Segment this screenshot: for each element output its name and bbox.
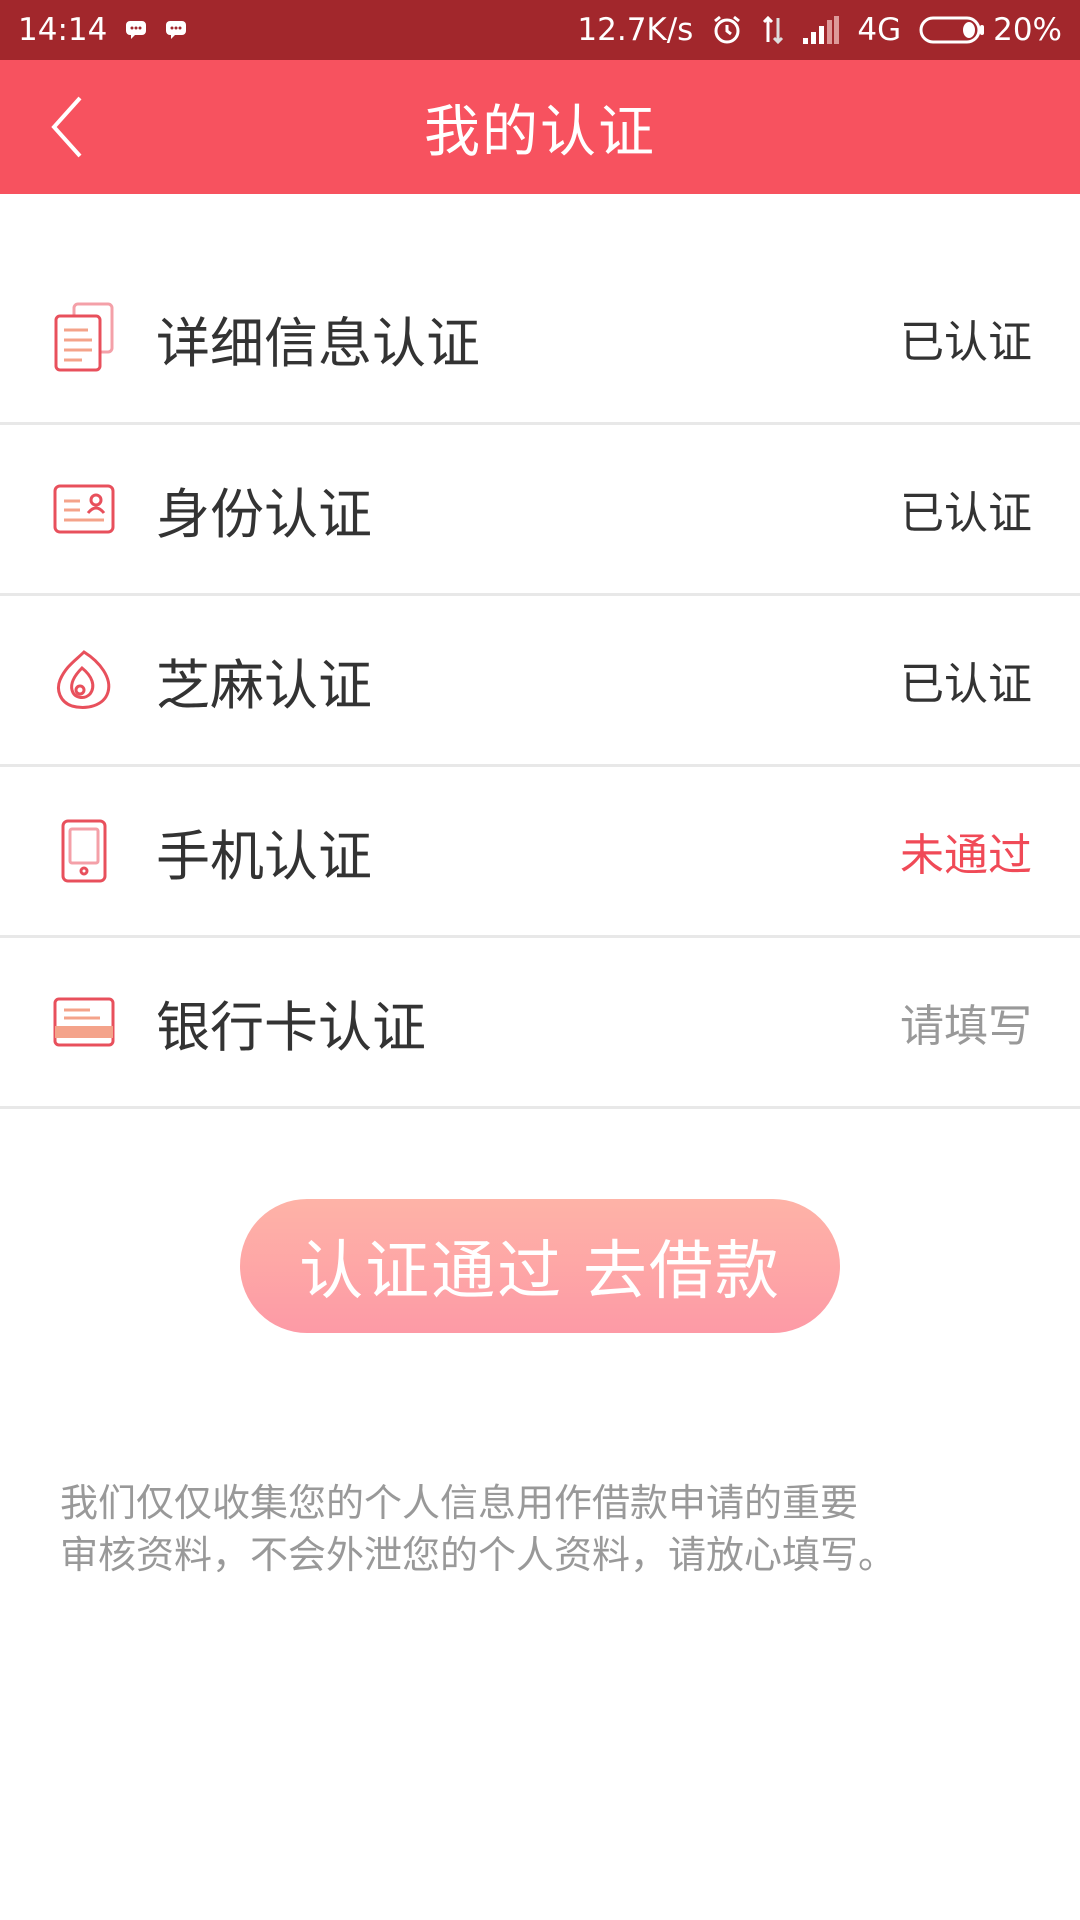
alarm-icon — [711, 14, 743, 46]
network-speed: 12.7K/s — [577, 12, 694, 48]
item-label: 详细信息认证 — [156, 311, 480, 375]
bank-card-icon — [52, 986, 116, 1058]
back-button[interactable] — [44, 92, 94, 162]
network-type: 4G — [857, 12, 902, 48]
signal-icon — [803, 16, 840, 44]
status-time: 14:14 — [18, 12, 108, 48]
battery-level: 20% — [993, 12, 1062, 48]
borrow-button[interactable]: 认证通过 去借款 — [240, 1199, 840, 1333]
verification-item-bank-card[interactable]: 银行卡认证 请填写 — [0, 938, 1080, 1109]
sesame-icon — [52, 644, 116, 716]
item-label: 银行卡认证 — [156, 995, 426, 1059]
item-label: 手机认证 — [156, 824, 372, 888]
item-status: 已认证 — [900, 488, 1032, 539]
verification-item-sesame[interactable]: 芝麻认证 已认证 — [0, 596, 1080, 767]
item-status: 未通过 — [900, 830, 1032, 881]
verification-list: 详细信息认证 已认证 身份认证 已认证 芝麻认证 已认证 手机认证 未通过 银行… — [0, 254, 1080, 1109]
privacy-notice: 我们仅仅收集您的个人信息用作借款申请的重要 审核资料，不会外泄您的个人资料，请放… — [60, 1477, 1020, 1581]
item-label: 芝麻认证 — [156, 653, 372, 717]
status-left: 14:14 — [18, 12, 187, 48]
message-icon — [125, 12, 147, 48]
status-bar: 14:14 12.7K/s 4G 20% — [0, 0, 1080, 60]
status-right: 12.7K/s 4G 20% — [577, 12, 1062, 48]
item-status: 已认证 — [900, 659, 1032, 710]
item-label: 身份认证 — [156, 482, 372, 546]
battery-icon — [919, 16, 985, 44]
data-transfer-icon — [761, 14, 785, 46]
verification-item-phone[interactable]: 手机认证 未通过 — [0, 767, 1080, 938]
page-title: 我的认证 — [424, 99, 656, 165]
chevron-left-icon — [51, 96, 82, 158]
notice-line: 审核资料，不会外泄您的个人资料，请放心填写。 — [60, 1533, 897, 1577]
verification-item-details[interactable]: 详细信息认证 已认证 — [0, 254, 1080, 425]
notice-line: 我们仅仅收集您的个人信息用作借款申请的重要 — [60, 1481, 859, 1525]
id-card-icon — [52, 473, 116, 545]
item-status: 请填写 — [900, 1001, 1032, 1052]
cta-wrapper: 认证通过 去借款 — [0, 1199, 1080, 1333]
message-icon — [165, 12, 187, 48]
header: 我的认证 — [0, 60, 1080, 194]
phone-icon — [52, 815, 116, 887]
verification-item-identity[interactable]: 身份认证 已认证 — [0, 425, 1080, 596]
item-status: 已认证 — [900, 317, 1032, 368]
battery: 20% — [919, 12, 1062, 48]
document-icon — [52, 302, 116, 374]
